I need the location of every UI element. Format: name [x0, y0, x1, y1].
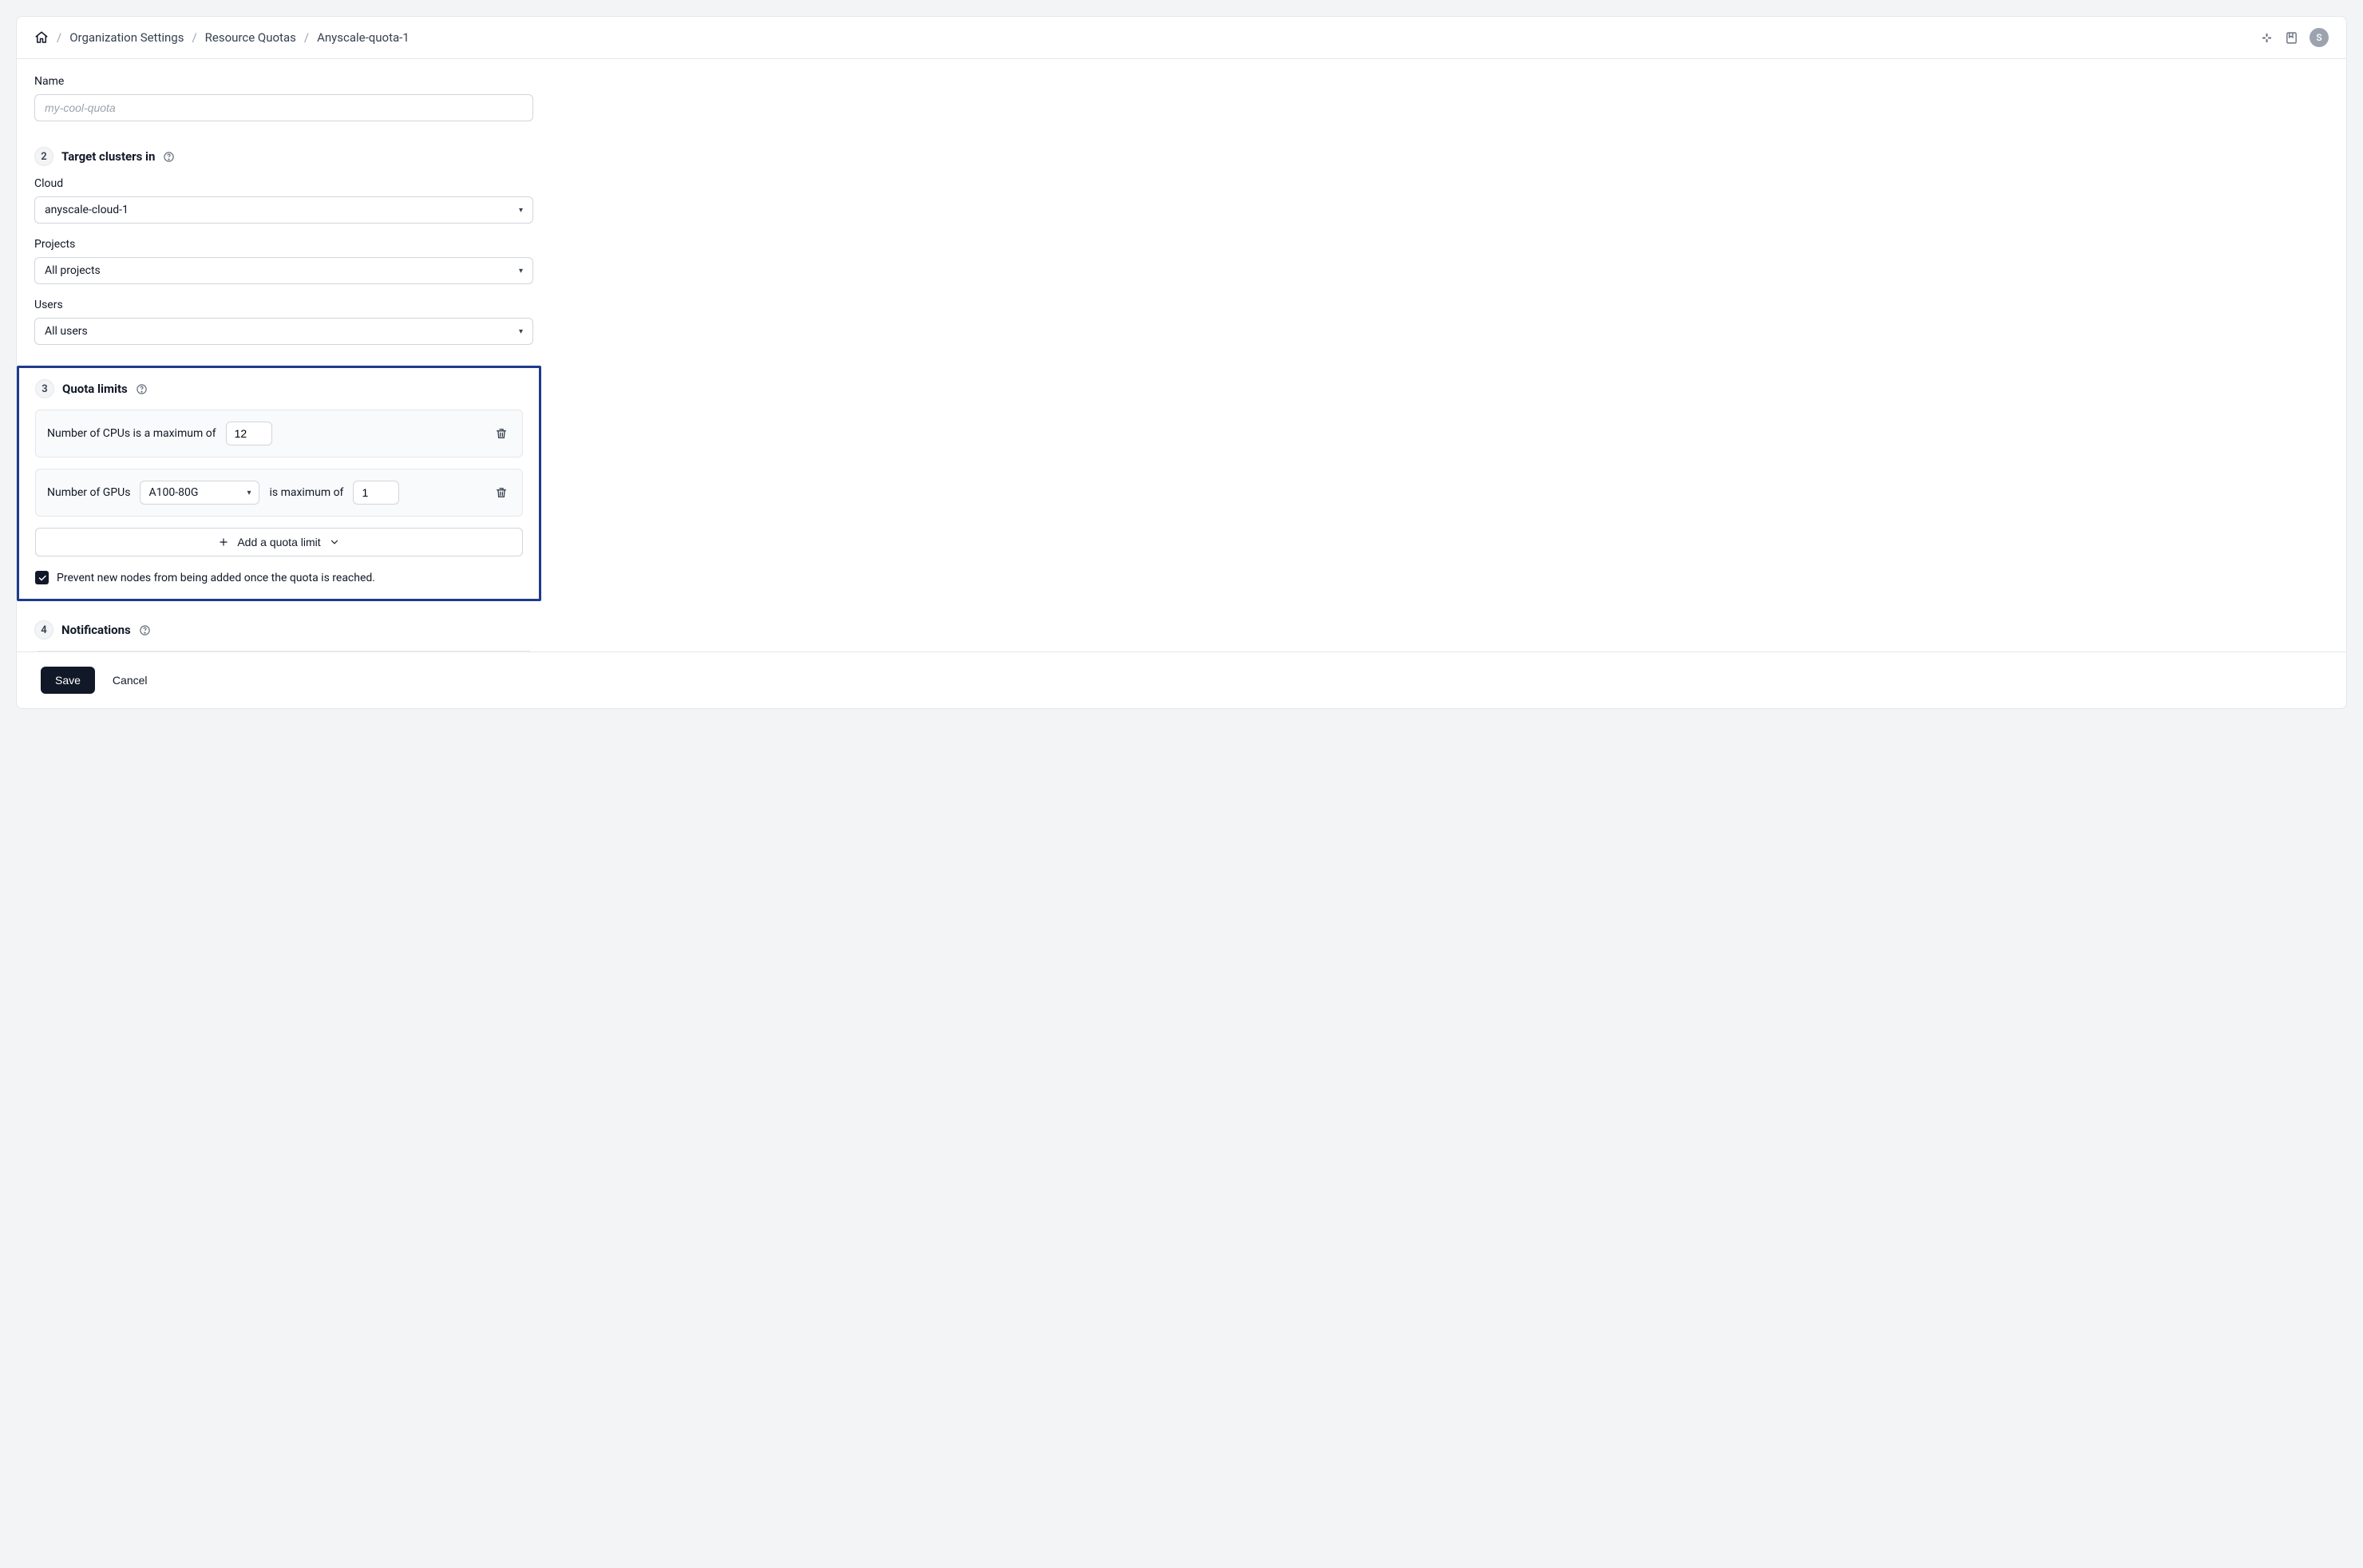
- gpu-type-select[interactable]: A100-80G ▾: [140, 481, 259, 505]
- add-quota-limit-label: Add a quota limit: [237, 536, 320, 548]
- users-select[interactable]: All users ▾: [34, 318, 533, 345]
- name-input[interactable]: [34, 94, 533, 121]
- plus-icon: [218, 537, 229, 548]
- breadcrumb-item-current: Anyscale-quota-1: [317, 30, 410, 45]
- breadcrumb-separator: /: [304, 30, 309, 45]
- chevron-down-icon: ▾: [519, 206, 523, 215]
- section-title: Target clusters in: [61, 149, 155, 164]
- save-button[interactable]: Save: [41, 667, 95, 694]
- cloud-select[interactable]: anyscale-cloud-1 ▾: [34, 196, 533, 224]
- content-area: Name 2 Target clusters in Cloud anyscale…: [17, 59, 2346, 651]
- chevron-down-icon: ▾: [519, 267, 523, 275]
- add-quota-limit-button[interactable]: Add a quota limit: [35, 528, 523, 556]
- prevent-nodes-checkbox-row: Prevent new nodes from being added once …: [35, 571, 523, 584]
- quota-row-gpu: Number of GPUs A100-80G ▾ is maximum of: [35, 469, 523, 517]
- section-title: Notifications: [61, 623, 131, 637]
- section-title: Quota limits: [62, 382, 128, 396]
- section-target-clusters: 2 Target clusters in: [34, 147, 533, 166]
- step-badge: 4: [34, 620, 53, 639]
- projects-select-value: All projects: [45, 264, 101, 277]
- delete-row-button[interactable]: [492, 483, 511, 502]
- name-label: Name: [34, 75, 533, 88]
- slack-icon[interactable]: [2260, 31, 2274, 45]
- breadcrumb: / Organization Settings / Resource Quota…: [34, 30, 410, 45]
- breadcrumb-item[interactable]: Resource Quotas: [205, 30, 296, 45]
- footer-actions: Save Cancel: [17, 651, 2346, 708]
- quota-row-cpu: Number of CPUs is a maximum of: [35, 410, 523, 457]
- delete-row-button[interactable]: [492, 424, 511, 443]
- breadcrumb-separator: /: [57, 30, 61, 45]
- quota-gpu-text-after: is maximum of: [269, 486, 343, 499]
- gpu-type-value: A100-80G: [148, 486, 198, 499]
- projects-select[interactable]: All projects ▾: [34, 257, 533, 284]
- chevron-down-icon: ▾: [247, 489, 251, 497]
- breadcrumb-item[interactable]: Organization Settings: [69, 30, 184, 45]
- users-select-value: All users: [45, 325, 88, 338]
- projects-label: Projects: [34, 238, 533, 251]
- help-icon[interactable]: [163, 151, 175, 163]
- bookmark-icon[interactable]: [2285, 31, 2298, 45]
- quota-gpu-text-before: Number of GPUs: [47, 486, 130, 499]
- step-badge: 3: [35, 379, 54, 398]
- quota-gpu-input[interactable]: [353, 481, 399, 505]
- quota-cpu-input[interactable]: [226, 422, 272, 445]
- users-label: Users: [34, 299, 533, 311]
- help-icon[interactable]: [136, 383, 148, 395]
- avatar[interactable]: S: [2310, 28, 2329, 47]
- section-quota-limits: 3 Quota limits: [35, 379, 523, 398]
- section-notifications: 4 Notifications: [34, 620, 533, 639]
- home-icon[interactable]: [34, 30, 49, 45]
- cancel-button[interactable]: Cancel: [113, 674, 148, 687]
- prevent-nodes-checkbox[interactable]: [35, 571, 49, 584]
- step-badge: 2: [34, 147, 53, 166]
- quota-cpu-text: Number of CPUs is a maximum of: [47, 427, 216, 440]
- cloud-label: Cloud: [34, 177, 533, 190]
- cloud-select-value: anyscale-cloud-1: [45, 204, 129, 216]
- help-icon[interactable]: [139, 624, 151, 636]
- chevron-down-icon: ▾: [519, 327, 523, 336]
- prevent-nodes-label: Prevent new nodes from being added once …: [57, 572, 375, 584]
- quota-limits-highlight: 3 Quota limits Number of CPUs is a maxim…: [17, 366, 541, 601]
- page-header: / Organization Settings / Resource Quota…: [17, 17, 2346, 59]
- chevron-down-icon: [329, 537, 340, 548]
- breadcrumb-separator: /: [192, 30, 196, 45]
